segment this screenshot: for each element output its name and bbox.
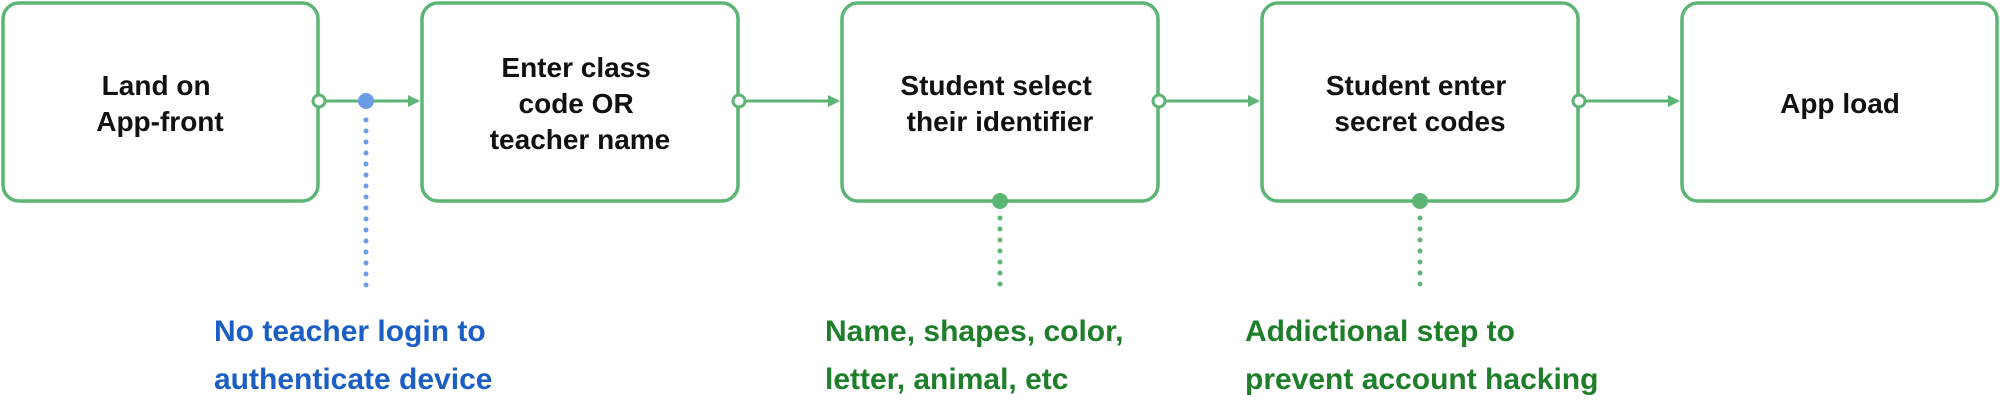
step-4-line-2: secret codes xyxy=(1334,106,1505,137)
port-4 xyxy=(1571,93,1587,109)
step-1-line-2: App-front xyxy=(96,106,224,137)
annotation-secret-codes: Addictional step to prevent account hack… xyxy=(1245,193,1598,396)
annotation-secret-codes-line-1: Addictional step to xyxy=(1245,315,1515,348)
annotation-identifier-line-2: letter, animal, etc xyxy=(825,363,1068,396)
step-1-line-1: Land on xyxy=(102,70,211,101)
step-box-3: Student select their identifier xyxy=(840,1,1160,203)
annotation-identifier: Name, shapes, color, letter, animal, etc xyxy=(825,193,1132,396)
annotation-identifier-dot xyxy=(992,193,1008,209)
step-4-line-1: Student enter xyxy=(1326,70,1507,101)
annotation-auth-text: No teacher login to authenticate device xyxy=(214,315,494,396)
step-2-line-1: Enter class xyxy=(501,52,650,83)
port-3 xyxy=(1151,93,1167,109)
step-2-line-3: teacher name xyxy=(490,124,671,155)
step-3-line-2: their identifier xyxy=(907,106,1094,137)
step-box-5: App load xyxy=(1680,1,1999,203)
step-box-2: Enter class code OR teacher name xyxy=(420,1,740,203)
port-1 xyxy=(311,93,327,109)
annotation-auth-line-1: No teacher login to xyxy=(214,315,486,348)
annotation-identifier-text: Name, shapes, color, letter, animal, etc xyxy=(825,315,1132,396)
annotation-identifier-line-1: Name, shapes, color, xyxy=(825,315,1123,348)
annotation-secret-codes-line-2: prevent account hacking xyxy=(1245,363,1598,396)
port-2 xyxy=(731,93,747,109)
annotation-auth-dot xyxy=(358,93,374,109)
flow-diagram: Land on App-front Enter class code OR te… xyxy=(1,1,1999,396)
annotation-auth-line-2: authenticate device xyxy=(214,363,492,396)
step-3-line-1: Student select xyxy=(900,70,1091,101)
step-2-line-2: code OR xyxy=(519,88,634,119)
step-5-line-1: App load xyxy=(1780,88,1900,119)
annotation-secret-codes-dot xyxy=(1412,193,1428,209)
annotation-secret-codes-text: Addictional step to prevent account hack… xyxy=(1245,315,1598,396)
step-box-1: Land on App-front xyxy=(1,1,320,203)
step-box-4: Student enter secret codes xyxy=(1260,1,1580,203)
step-5-label: App load xyxy=(1780,88,1900,119)
